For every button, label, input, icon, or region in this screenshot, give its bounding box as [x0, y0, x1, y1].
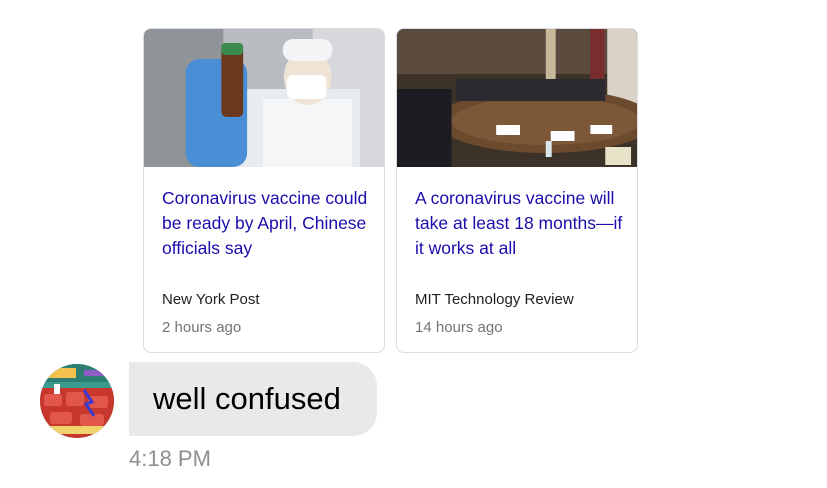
- news-source-1: New York Post: [162, 291, 260, 308]
- message-timestamp: 4:18 PM: [129, 446, 211, 471]
- sender-avatar[interactable]: [40, 364, 114, 438]
- news-card-1[interactable]: Coronavirus vaccine could be ready by Ap…: [143, 28, 385, 353]
- news-time-1: 2 hours ago: [162, 319, 242, 336]
- news-source-2: MIT Technology Review: [415, 291, 574, 308]
- news-thumbnail-2[interactable]: [397, 29, 637, 167]
- news-thumbnail-1[interactable]: [144, 29, 384, 167]
- news-time-2: 14 hours ago: [415, 319, 503, 336]
- news-title-1[interactable]: Coronavirus vaccine could be ready by Ap…: [162, 186, 372, 261]
- news-title-2[interactable]: A coronavirus vaccine will take at least…: [415, 186, 625, 261]
- message-bubble[interactable]: well confused: [129, 362, 377, 436]
- news-card-2[interactable]: A coronavirus vaccine will take at least…: [396, 28, 638, 353]
